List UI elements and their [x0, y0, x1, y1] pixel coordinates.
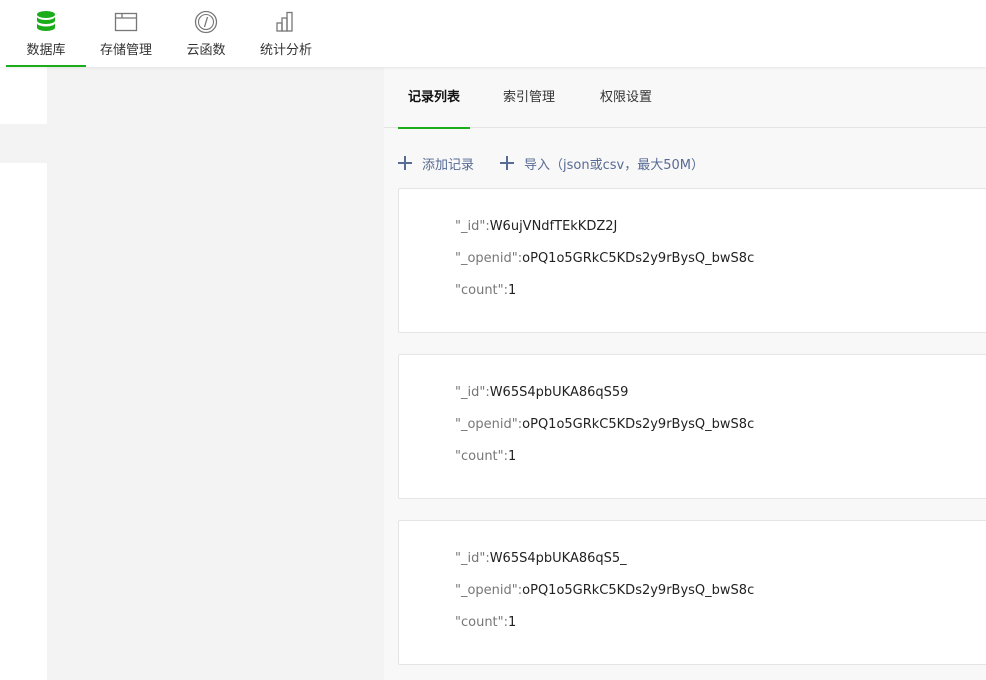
import-label: 导入（json或csv，最大50M） [524, 157, 704, 173]
active-indicator [6, 65, 86, 67]
toolbar-statistics[interactable]: 统计分析 [246, 0, 326, 67]
record-count-field: "count":1 [455, 449, 517, 464]
top-toolbar: 数据库 存储管理 云函数 统计分析 [0, 0, 986, 67]
tab-records[interactable]: 记录列表 [397, 67, 471, 129]
add-record-button[interactable]: 添加记录 [398, 154, 474, 173]
database-icon [33, 9, 59, 35]
record-id-field: "_id":W65S4pbUKA86qS59 [455, 385, 629, 400]
plus-icon [398, 156, 412, 170]
record-id-field: "_id":W6ujVNdfTEkKDZ2J [455, 219, 618, 234]
record-openid-field: "_openid":oPQ1o5GRkC5KDs2y9rBysQ_bwS8c [455, 583, 755, 598]
record-actions: 添加记录 导入（json或csv，最大50M） [398, 151, 730, 175]
tab-permission-settings[interactable]: 权限设置 [600, 67, 652, 128]
main-content: 记录列表 索引管理 权限设置 添加记录 导入（json或csv，最大50M） "… [384, 67, 986, 680]
toolbar-database[interactable]: 数据库 [6, 0, 86, 67]
tab-bar: 记录列表 索引管理 权限设置 [384, 67, 986, 129]
toolbar-cloud-function[interactable]: 云函数 [166, 0, 246, 67]
add-record-label: 添加记录 [422, 157, 475, 173]
record-openid-field: "_openid":oPQ1o5GRkC5KDs2y9rBysQ_bwS8c [455, 251, 755, 266]
plus-icon [500, 156, 515, 170]
toolbar-storage-label: 存储管理 [99, 43, 152, 58]
record-openid-field: "_openid":oPQ1o5GRkC5KDs2y9rBysQ_bwS8c [455, 417, 755, 432]
collection-item-selected[interactable] [0, 124, 47, 163]
record-count-field: "count":1 [455, 283, 517, 298]
record-card[interactable]: "_id":W65S4pbUKA86qS5_ "_openid":oPQ1o5G… [398, 520, 986, 665]
record-card[interactable]: "_id":W6ujVNdfTEkKDZ2J "_openid":oPQ1o5G… [398, 188, 986, 333]
bar-chart-icon [273, 9, 299, 35]
record-id-field: "_id":W65S4pbUKA86qS5_ [455, 551, 627, 566]
cloud-function-icon [193, 9, 219, 35]
record-count-field: "count":1 [455, 615, 517, 630]
toolbar-storage[interactable]: 存储管理 [86, 0, 166, 67]
folder-icon [113, 9, 139, 35]
toolbar-statistics-label: 统计分析 [259, 43, 312, 58]
toolbar-cloud-function-label: 云函数 [186, 43, 226, 58]
record-card[interactable]: "_id":W65S4pbUKA86qS59 "_openid":oPQ1o5G… [398, 354, 986, 499]
toolbar-database-label: 数据库 [26, 43, 66, 58]
import-button[interactable]: 导入（json或csv，最大50M） [500, 154, 704, 173]
tab-index-management[interactable]: 索引管理 [503, 67, 555, 128]
